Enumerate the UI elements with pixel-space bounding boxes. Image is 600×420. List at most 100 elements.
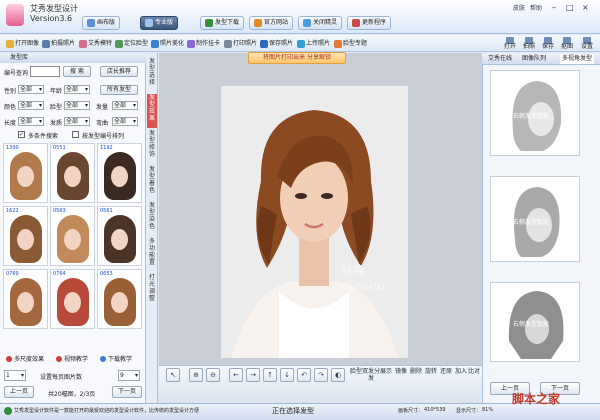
query-input[interactable]	[30, 66, 60, 77]
hair-thumbnail[interactable]: 0764	[50, 269, 95, 329]
tab-hair-dye[interactable]: 发型染色	[147, 202, 157, 236]
video-tutorial-link[interactable]: 视频教学	[56, 354, 88, 363]
hair-thumbnail[interactable]: 1390	[3, 143, 48, 203]
face-shape	[64, 292, 81, 313]
capture-tool[interactable]: 拍照	[519, 36, 539, 52]
tab-hair-effect[interactable]: 发型效果	[147, 94, 157, 128]
sort-by-number-checkbox[interactable]	[72, 131, 79, 138]
compare-tool[interactable]: 比对	[464, 368, 484, 390]
tab-hair-select[interactable]: 发型选择	[147, 58, 157, 92]
thumb-watermark: 右侧发型智能	[513, 113, 550, 120]
zoom-value: 81%	[482, 407, 494, 413]
move-down-tool[interactable]: ↓	[280, 368, 294, 382]
undo-tool[interactable]: ↶	[297, 368, 311, 382]
all-styles-button[interactable]: 所有发型	[100, 85, 138, 95]
face-locate-button[interactable]: 定位脸型	[115, 38, 148, 50]
hair-thumbnail[interactable]: 0563	[50, 206, 95, 266]
per-page-select[interactable]: 9	[118, 370, 140, 381]
move-right-tool[interactable]: →	[246, 368, 260, 382]
tab-image-queue[interactable]: 图像队列	[522, 54, 546, 64]
recommend-button[interactable]: 店长推荐	[100, 66, 138, 77]
model-button[interactable]: 艾秀模特	[79, 38, 112, 50]
contrast-tool[interactable]: ◐	[331, 368, 345, 382]
beautify-button[interactable]: 照片美化	[151, 38, 184, 50]
zoom-in-tool[interactable]: ⊕	[189, 368, 203, 382]
save-tool[interactable]: 保存	[538, 36, 558, 52]
hair-thumbnail[interactable]: 0551	[50, 143, 95, 203]
multi-scale-link[interactable]: 多尺度效果	[6, 354, 44, 363]
close-button[interactable]: ×	[582, 3, 589, 12]
panel-header: 发型库	[0, 53, 146, 63]
move-up-tool[interactable]: ↑	[263, 368, 277, 382]
hair-thumbnail[interactable]: 0653	[97, 269, 142, 329]
side-view-thumbnail[interactable]: 右侧发型智能	[490, 70, 580, 156]
hair-thumbnail[interactable]: 1192	[97, 143, 142, 203]
tab-online[interactable]: 艾秀在线	[488, 54, 512, 64]
update-button[interactable]: 更新程序	[347, 16, 392, 30]
texture-select[interactable]: 全部	[64, 117, 90, 126]
move-left-tool[interactable]: ←	[229, 368, 243, 382]
filter-label: 性别	[4, 88, 17, 95]
filter-label: 发质	[50, 120, 63, 127]
cutout-tool[interactable]: 抠图	[557, 36, 577, 52]
maximize-button[interactable]: □	[566, 3, 574, 12]
status-text: 艾秀发型设计软件是一款能打开的最受欢迎的发型设计软件，比传统的发型设计方便	[14, 408, 200, 414]
color-select[interactable]: 全部	[18, 101, 44, 110]
face-shape	[64, 166, 81, 187]
settings-tool[interactable]: 设置	[577, 36, 597, 52]
pointer-tool[interactable]: ↖	[166, 368, 180, 382]
zoom-out-tool[interactable]: ⊖	[206, 368, 220, 382]
take-photo-button[interactable]: 拍摄照片	[42, 38, 75, 50]
unlock-banner[interactable]: 将图片打印出来 分享解锁	[248, 52, 346, 64]
filter-label: 弯曲	[96, 120, 109, 127]
download-tutorial-link[interactable]: 下载教学	[100, 354, 132, 363]
side-view-thumbnail[interactable]: 右侧发型智能	[490, 282, 580, 362]
prev-page-button[interactable]: 上一页	[4, 386, 34, 398]
card-button[interactable]: 制作挂卡	[187, 38, 220, 50]
length-select[interactable]: 全部	[18, 117, 44, 126]
website-button[interactable]: 官方网站	[249, 16, 294, 30]
face-shape	[17, 292, 34, 313]
portrait-photo[interactable]: 魅秀 meisho	[221, 86, 408, 358]
face-shape-select[interactable]: 全部	[64, 101, 90, 110]
tab-lighting[interactable]: 打光调整	[147, 274, 157, 308]
close-wizard-button[interactable]: 关闭精灵	[298, 16, 343, 30]
tab-multi-view[interactable]: 多视角发型	[560, 54, 595, 64]
search-button[interactable]: 搜 索	[63, 66, 91, 77]
download-icon	[100, 355, 106, 362]
face-topic-button[interactable]: 脸型专题	[334, 38, 367, 50]
hair-thumbnail[interactable]: 1622	[3, 206, 48, 266]
hair-thumbnail[interactable]: 0769	[3, 269, 48, 329]
side-view-thumbnail[interactable]: 右侧发型智能	[490, 176, 580, 262]
user-icon	[145, 19, 153, 27]
camera-icon	[42, 40, 50, 48]
open-tool[interactable]: 打开	[500, 36, 520, 52]
canvas-size-value: 410*539	[424, 407, 446, 413]
face-shape	[17, 229, 34, 250]
next-page-button[interactable]: 下一页	[112, 386, 142, 398]
upload-button[interactable]: 上传照片	[297, 38, 330, 50]
download-hair-button[interactable]: 发型下载	[200, 16, 245, 30]
skin-menu[interactable]: 皮肤	[513, 3, 525, 12]
print-button[interactable]: 打印照片	[224, 38, 257, 50]
filter-label: 颜色	[4, 104, 17, 111]
open-image-button[interactable]: 打开图像	[6, 38, 39, 50]
page-select[interactable]: 1	[4, 370, 26, 381]
minimize-button[interactable]: –	[552, 3, 556, 12]
gender-select[interactable]: 全部	[18, 85, 44, 94]
redo-tool[interactable]: ↷	[314, 368, 328, 382]
multi-condition-checkbox[interactable]: ✓	[18, 131, 25, 138]
hair-thumbnail[interactable]: 0561	[97, 206, 142, 266]
tab-hair-color[interactable]: 发型着色	[147, 166, 157, 200]
tab-hair-modify[interactable]: 发型修饰	[147, 130, 157, 164]
volume-select[interactable]: 全部	[112, 101, 138, 110]
edition-button[interactable]: 画布版	[82, 16, 121, 30]
age-select[interactable]: 全部	[64, 85, 90, 94]
tab-multi-function[interactable]: 多功能置	[147, 238, 157, 272]
curl-select[interactable]: 全部	[112, 117, 138, 126]
save-photo-button[interactable]: 保存照片	[260, 38, 293, 50]
canvas-size-label: 画板尺寸：	[398, 408, 424, 414]
video-icon	[56, 355, 62, 362]
mode-button[interactable]: 专业版	[140, 16, 179, 30]
help-menu[interactable]: 帮助	[530, 3, 542, 12]
